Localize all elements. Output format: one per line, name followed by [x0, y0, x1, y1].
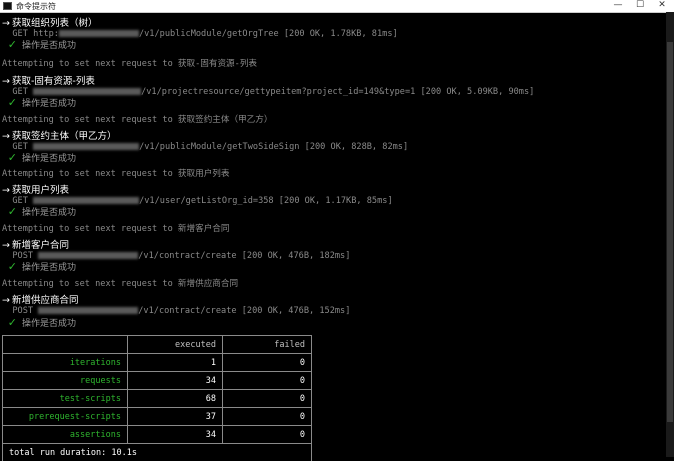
assertion-line: ✓操作是否成功	[2, 317, 76, 330]
assertion-line: ✓操作是否成功	[2, 152, 76, 165]
summary-failed: 0	[223, 354, 312, 372]
summary-row: test-scripts 68 0	[3, 390, 312, 408]
redacted-host	[33, 197, 139, 204]
assertion-line: ✓操作是否成功	[2, 261, 76, 274]
summary-executed: 34	[128, 372, 223, 390]
arrow-icon: →	[2, 185, 10, 196]
arrow-icon: →	[2, 240, 10, 251]
redacted-host	[38, 307, 138, 314]
summary-executed: 37	[128, 408, 223, 426]
check-icon: ✓	[8, 260, 17, 273]
summary-row-name: requests	[3, 372, 128, 390]
redacted-host	[33, 88, 141, 95]
arrow-icon: →	[2, 76, 10, 87]
next-request-line: Attempting to set next request to 新增客户合同	[2, 224, 229, 235]
summary-executed: 1	[128, 354, 223, 372]
arrow-icon: →	[2, 295, 10, 306]
assertion-line: ✓操作是否成功	[2, 97, 76, 110]
request-header: →新增客户合同	[2, 240, 69, 251]
check-icon: ✓	[8, 96, 17, 109]
next-request-line: Attempting to set next request to 获取-固有资…	[2, 59, 257, 70]
summary-row-name: assertions	[3, 426, 128, 444]
summary-row: prerequest-scripts 37 0	[3, 408, 312, 426]
minimize-button[interactable]: —	[608, 0, 628, 12]
request-header: →获取签约主体（甲乙方）	[2, 131, 116, 142]
summary-executed: 34	[128, 426, 223, 444]
next-request-line: Attempting to set next request to 获取签约主体…	[2, 115, 272, 126]
redacted-host	[33, 143, 139, 150]
assertion-line: ✓操作是否成功	[2, 206, 76, 219]
summary-row: assertions 34 0	[3, 426, 312, 444]
summary-col-failed: failed	[223, 336, 312, 354]
summary-failed: 0	[223, 408, 312, 426]
request-header: →获取用户列表	[2, 185, 69, 196]
request-line: POST /v1/contract/create [200 OK, 476B, …	[2, 306, 350, 317]
request-header: →新增供应商合同	[2, 295, 78, 306]
summary-executed: 68	[128, 390, 223, 408]
next-request-line: Attempting to set next request to 新增供应商合…	[2, 279, 238, 290]
arrow-icon: →	[2, 131, 10, 142]
run-summary-table: executed failed iterations 1 0 requests …	[2, 335, 312, 461]
redacted-host	[38, 252, 138, 259]
request-header: →获取-固有资源-列表	[2, 76, 95, 87]
maximize-button[interactable]: ☐	[630, 0, 650, 12]
request-line: GET /v1/projectresource/gettypeitem?proj…	[2, 87, 534, 98]
next-request-line: Attempting to set next request to 获取用户列表	[2, 169, 229, 180]
summary-row-name: test-scripts	[3, 390, 128, 408]
summary-header-row: executed failed	[3, 336, 312, 354]
check-icon: ✓	[8, 316, 17, 329]
request-header: →获取组织列表（树）	[2, 18, 97, 29]
summary-col-executed: executed	[128, 336, 223, 354]
assertion-line: ✓操作是否成功	[2, 39, 76, 52]
redacted-host	[59, 30, 139, 37]
summary-row-name: iterations	[3, 354, 128, 372]
summary-duration-row: total run duration: 10.1s	[3, 444, 312, 461]
summary-row: iterations 1 0	[3, 354, 312, 372]
summary-failed: 0	[223, 390, 312, 408]
summary-col-blank	[3, 336, 128, 354]
check-icon: ✓	[8, 38, 17, 51]
cmd-icon	[3, 2, 12, 10]
check-icon: ✓	[8, 151, 17, 164]
summary-row-name: prerequest-scripts	[3, 408, 128, 426]
summary-failed: 0	[223, 426, 312, 444]
window-titlebar[interactable]: 命令提示符 — ☐ ✕	[0, 0, 674, 13]
summary-row: requests 34 0	[3, 372, 312, 390]
vertical-scrollbar[interactable]	[666, 12, 674, 457]
total-run-duration: total run duration: 10.1s	[3, 444, 312, 461]
scrollbar-thumb[interactable]	[667, 42, 673, 422]
check-icon: ✓	[8, 205, 17, 218]
close-button[interactable]: ✕	[652, 0, 672, 12]
window-title: 命令提示符	[16, 1, 56, 12]
arrow-icon: →	[2, 18, 10, 29]
summary-failed: 0	[223, 372, 312, 390]
